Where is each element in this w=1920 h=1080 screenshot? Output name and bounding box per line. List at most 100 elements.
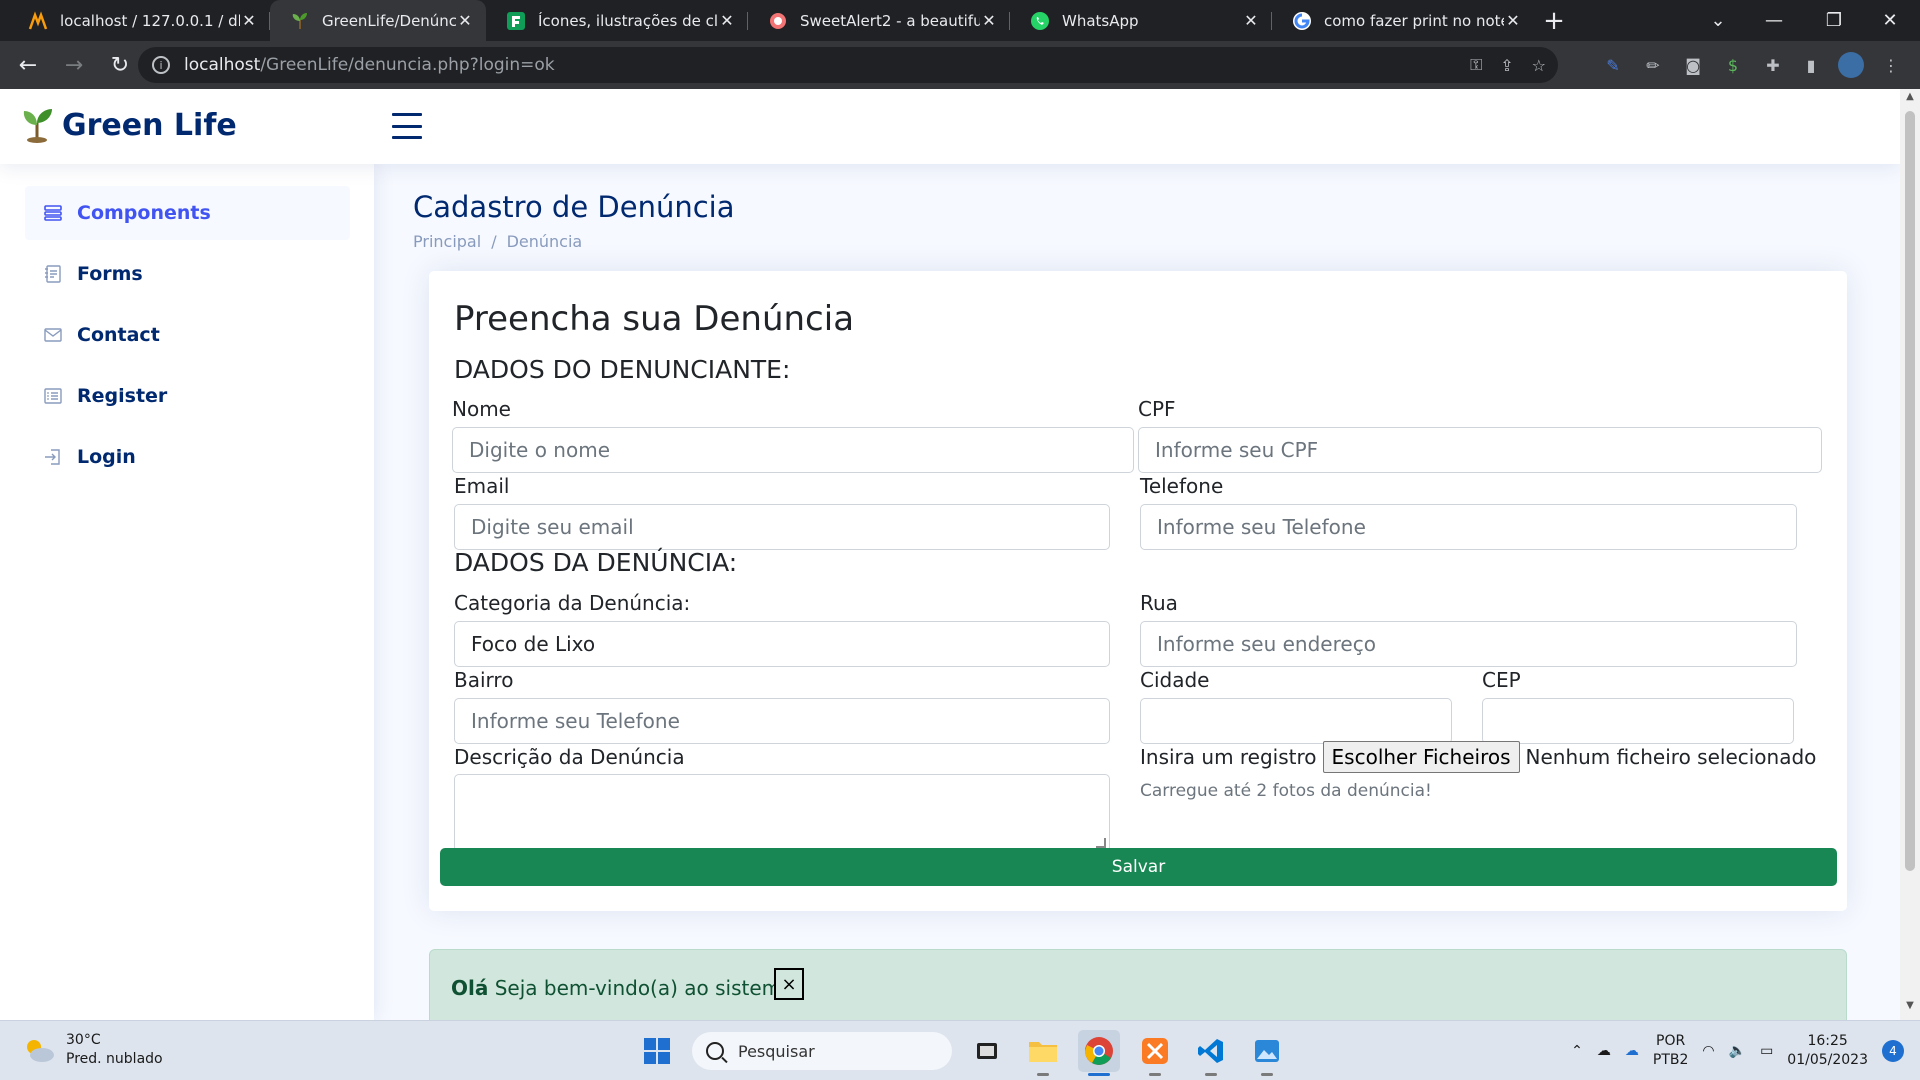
cidade-label: Cidade <box>1140 668 1210 692</box>
vscode-icon[interactable] <box>1190 1030 1232 1076</box>
resize-grip-icon[interactable] <box>1096 838 1106 848</box>
close-icon[interactable]: ✕ <box>980 11 998 30</box>
tab-greenlife[interactable]: GreenLife/Denúncia ✕ <box>270 0 486 41</box>
save-button[interactable]: Salvar <box>440 848 1837 886</box>
notification-badge[interactable]: 4 <box>1882 1040 1904 1062</box>
close-icon[interactable]: ✕ <box>718 11 736 30</box>
nome-input[interactable]: Digite o nome <box>452 427 1134 473</box>
close-window-icon[interactable]: ✕ <box>1862 0 1918 41</box>
star-icon[interactable]: ☆ <box>1532 56 1546 75</box>
sidebar-item-register[interactable]: Register <box>25 369 350 423</box>
cloud-sun-icon <box>27 1040 54 1062</box>
page-scrollbar[interactable]: ▲ ▼ <box>1900 89 1920 1020</box>
xampp-icon[interactable] <box>1134 1030 1176 1076</box>
avatar[interactable] <box>1838 52 1864 78</box>
close-icon[interactable]: ✕ <box>1242 11 1260 30</box>
task-view-icon[interactable] <box>966 1030 1008 1072</box>
chrome-icon[interactable] <box>1078 1030 1120 1076</box>
new-tab-button[interactable]: + <box>1534 0 1574 41</box>
rua-label: Rua <box>1140 591 1178 615</box>
tab-title: GreenLife/Denúncia <box>322 11 456 30</box>
descricao-textarea[interactable] <box>454 774 1110 852</box>
page-title-block: Cadastro de Denúncia Principal / Denúnci… <box>413 190 734 251</box>
page: Green Life Components Forms Contact Regi… <box>0 89 1900 1020</box>
close-icon[interactable]: ✕ <box>456 11 474 30</box>
tab-google[interactable]: como fazer print no notebook ✕ <box>1272 0 1534 41</box>
maximize-icon[interactable]: ❐ <box>1806 0 1862 41</box>
clock[interactable]: 16:25 01/05/2023 <box>1787 1032 1868 1070</box>
share-icon[interactable]: ⇪ <box>1500 56 1513 75</box>
rua-input[interactable]: Informe seu endereço <box>1140 621 1797 667</box>
form-card: Preencha sua Denúncia DADOS DO DENUNCIAN… <box>429 271 1847 911</box>
scroll-down-icon[interactable]: ▼ <box>1900 1000 1920 1018</box>
close-icon[interactable]: ✕ <box>240 11 258 30</box>
clock-date: 01/05/2023 <box>1787 1052 1868 1068</box>
info-icon[interactable]: i <box>152 56 170 74</box>
choose-files-button[interactable]: Escolher Ficheiros <box>1322 741 1520 773</box>
file-explorer-icon[interactable] <box>1022 1030 1064 1076</box>
photos-app-icon[interactable] <box>1246 1030 1288 1076</box>
sync-cloud-icon[interactable]: ☁ <box>1625 1043 1639 1059</box>
alert-close-button[interactable]: × <box>774 968 804 1000</box>
brand-logo[interactable]: Green Life <box>22 107 237 143</box>
cpf-label: CPF <box>1138 397 1176 421</box>
categoria-select[interactable]: Foco de Lixo <box>454 621 1110 667</box>
cidade-input[interactable] <box>1140 698 1452 744</box>
taskbar-search[interactable]: Pesquisar <box>692 1032 952 1070</box>
browser-tab-strip: localhost / 127.0.0.1 / dbgreenlife ✕ Gr… <box>0 0 1920 41</box>
language-indicator[interactable]: POR PTB2 <box>1653 1032 1689 1070</box>
section-denunciante-heading: DADOS DO DENUNCIANTE: <box>454 355 791 384</box>
tab-title: WhatsApp <box>1062 11 1139 30</box>
search-icon <box>706 1042 724 1060</box>
alert-strong: Olá <box>451 976 489 1000</box>
forward-icon[interactable]: → <box>54 45 94 85</box>
bairro-input[interactable]: Informe seu Telefone <box>454 698 1110 744</box>
key-icon[interactable]: ⚿ <box>1470 55 1482 75</box>
extension-pin-icon[interactable]: ✎ <box>1602 54 1624 76</box>
scroll-up-icon[interactable]: ▲ <box>1900 91 1920 109</box>
tab-search-icon[interactable]: ⌄ <box>1690 0 1746 41</box>
hamburger-menu-icon[interactable] <box>392 113 422 139</box>
weather-widget[interactable]: 30°C Pred. nublado <box>22 1031 163 1069</box>
cpf-input[interactable]: Informe seu CPF <box>1138 427 1822 473</box>
email-label: Email <box>454 474 510 498</box>
windows-start-icon[interactable] <box>636 1030 678 1072</box>
tab-flaticon[interactable]: Ícones, ilustrações de clipart ✕ <box>486 0 748 41</box>
back-icon[interactable]: ← <box>8 45 48 85</box>
chevron-up-icon[interactable]: ⌃ <box>1571 1043 1583 1059</box>
battery-icon[interactable]: ▭ <box>1760 1043 1773 1059</box>
alert-message: Olá Seja bem-vindo(a) ao sistema! <box>451 976 801 1000</box>
card-list-icon <box>44 388 62 404</box>
scroll-thumb[interactable] <box>1905 111 1915 871</box>
sidebar-item-components[interactable]: Components <box>25 186 350 240</box>
sidebar-item-contact[interactable]: Contact <box>25 308 350 362</box>
tab-phpmyadmin[interactable]: localhost / 127.0.0.1 / dbgreenlife ✕ <box>8 0 270 41</box>
sidebar-item-login[interactable]: Login <box>25 430 350 484</box>
dollar-icon[interactable]: $ <box>1722 54 1744 76</box>
sidebar-item-forms[interactable]: Forms <box>25 247 350 301</box>
more-icon[interactable]: ⋮ <box>1880 54 1902 76</box>
cep-input[interactable] <box>1482 698 1794 744</box>
tab-whatsapp[interactable]: WhatsApp ✕ <box>1010 0 1272 41</box>
volume-icon[interactable]: 🔈 <box>1729 1043 1746 1059</box>
section-denuncia-heading: DADOS DA DENÚNCIA: <box>454 548 738 577</box>
onedrive-cloud-icon[interactable]: ☁ <box>1597 1043 1611 1059</box>
minimize-icon[interactable]: — <box>1746 0 1802 41</box>
box-arrow-in-right-icon <box>45 449 60 465</box>
extension-pencil-icon[interactable]: ✏ <box>1642 54 1664 76</box>
envelope-icon <box>44 328 62 342</box>
telefone-label: Telefone <box>1140 474 1224 498</box>
camera-icon[interactable]: ◙ <box>1682 54 1704 76</box>
telefone-input[interactable]: Informe seu Telefone <box>1140 504 1797 550</box>
wifi-icon[interactable]: ◠ <box>1702 1043 1714 1059</box>
email-input[interactable]: Digite seu email <box>454 504 1110 550</box>
sidepanel-icon[interactable]: ▮ <box>1800 54 1822 76</box>
breadcrumb-item-principal[interactable]: Principal <box>413 232 481 251</box>
sidebar-item-label: Forms <box>77 263 143 285</box>
reload-icon[interactable]: ↻ <box>100 45 140 85</box>
puzzle-icon[interactable]: ✚ <box>1762 54 1784 76</box>
close-icon[interactable]: ✕ <box>1504 11 1522 30</box>
phpmyadmin-icon <box>28 10 48 29</box>
address-bar[interactable]: i localhost/GreenLife/denuncia.php?login… <box>138 47 1558 83</box>
tab-sweetalert[interactable]: SweetAlert2 - a beautiful, re ✕ <box>748 0 1010 41</box>
